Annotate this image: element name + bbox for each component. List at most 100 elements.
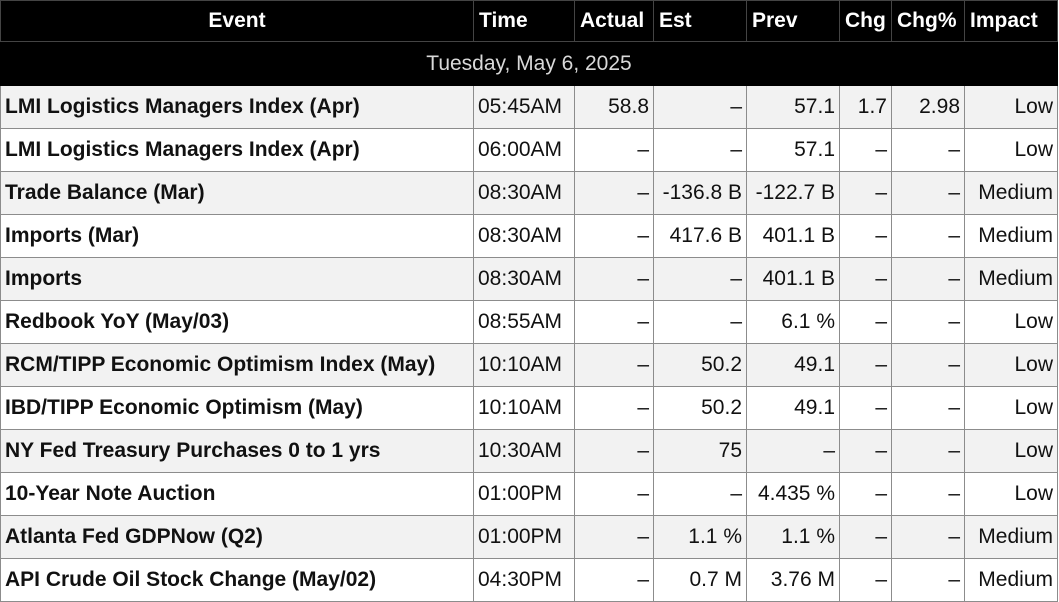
cell-event: LMI Logistics Managers Index (Apr) [0,85,474,129]
header-row: Event Time Actual Est Prev Chg Chg% Impa… [0,0,1058,42]
cell-chg: – [839,257,892,301]
column-header-est[interactable]: Est [653,0,747,42]
cell-impact: Low [964,128,1058,172]
cell-est: -136.8 B [653,171,747,215]
table-row[interactable]: API Crude Oil Stock Change (May/02) 04:30… [0,558,1058,602]
cell-chg-pct: 2.98 [891,85,965,129]
column-header-prev[interactable]: Prev [746,0,840,42]
cell-prev: 6.1 % [746,300,840,344]
cell-est: – [653,128,747,172]
cell-chg: – [839,343,892,387]
cell-actual: – [574,171,654,215]
cell-impact: Low [964,85,1058,129]
table-row[interactable]: IBD/TIPP Economic Optimism (May) 10:10AM –… [0,386,1058,430]
cell-time: 01:00PM [473,472,575,516]
cell-chg: – [839,429,892,473]
cell-chg: – [839,214,892,258]
cell-prev: -122.7 B [746,171,840,215]
cell-chg-pct: – [891,558,965,602]
cell-impact: Low [964,472,1058,516]
cell-impact: Low [964,429,1058,473]
cell-event: LMI Logistics Managers Index (Apr) [0,128,474,172]
cell-chg: – [839,128,892,172]
table-row[interactable]: LMI Logistics Managers Index (Apr) 05:45A… [0,85,1058,129]
cell-est: 50.2 [653,386,747,430]
cell-actual: – [574,128,654,172]
table-row[interactable]: Imports 08:30AM – –401.1 B – – Medium [0,257,1058,301]
cell-est: 1.1 % [653,515,747,559]
cell-prev: 57.1 [746,128,840,172]
cell-event: API Crude Oil Stock Change (May/02) [0,558,474,602]
cell-est: 0.7 M [653,558,747,602]
date-label: Tuesday, May 6, 2025 [0,41,1058,86]
cell-chg: – [839,558,892,602]
cell-impact: Medium [964,171,1058,215]
column-header-impact[interactable]: Impact [964,0,1058,42]
table-row[interactable]: RCM/TIPP Economic Optimism Index (May) 10… [0,343,1058,387]
cell-prev: 4.435 % [746,472,840,516]
cell-chg-pct: – [891,128,965,172]
cell-actual: – [574,472,654,516]
cell-chg: – [839,386,892,430]
cell-chg-pct: – [891,343,965,387]
cell-time: 10:10AM [473,343,575,387]
column-header-event[interactable]: Event [0,0,474,42]
cell-actual: – [574,515,654,559]
table-row[interactable]: 10-Year Note Auction 01:00PM – –4.435 % – – Lo… [0,472,1058,516]
table-row[interactable]: NY Fed Treasury Purchases 0 to 1 yrs 10:3… [0,429,1058,473]
table-row[interactable]: Redbook YoY (May/03) 08:55AM – –6.1 % – – Low [0,300,1058,344]
table-row[interactable]: Trade Balance (Mar) 08:30AM – -136.8 B -122.… [0,171,1058,215]
cell-est: – [653,472,747,516]
table-row[interactable]: Atlanta Fed GDPNow (Q2) 01:00PM –1.1 % 1.1 … [0,515,1058,559]
cell-impact: Low [964,343,1058,387]
cell-prev: – [746,429,840,473]
cell-time: 04:30PM [473,558,575,602]
cell-prev: 401.1 B [746,257,840,301]
cell-event: 10-Year Note Auction [0,472,474,516]
cell-event: Atlanta Fed GDPNow (Q2) [0,515,474,559]
cell-chg: – [839,171,892,215]
cell-est: 50.2 [653,343,747,387]
cell-prev: 3.76 M [746,558,840,602]
cell-event: IBD/TIPP Economic Optimism (May) [0,386,474,430]
cell-est: 75 [653,429,747,473]
cell-actual: – [574,429,654,473]
cell-impact: Medium [964,214,1058,258]
cell-event: Imports (Mar) [0,214,474,258]
cell-est: 417.6 B [653,214,747,258]
cell-prev: 49.1 [746,343,840,387]
cell-impact: Medium [964,515,1058,559]
cell-impact: Low [964,300,1058,344]
cell-chg: – [839,515,892,559]
cell-time: 01:00PM [473,515,575,559]
column-header-chg-pct[interactable]: Chg% [891,0,965,42]
cell-chg-pct: – [891,472,965,516]
cell-est: – [653,257,747,301]
cell-time: 08:55AM [473,300,575,344]
cell-chg: – [839,472,892,516]
cell-time: 10:30AM [473,429,575,473]
cell-time: 06:00AM [473,128,575,172]
cell-time: 08:30AM [473,214,575,258]
cell-actual: 58.8 [574,85,654,129]
cell-chg-pct: – [891,300,965,344]
cell-chg-pct: – [891,257,965,301]
cell-time: 08:30AM [473,171,575,215]
column-header-chg[interactable]: Chg [839,0,892,42]
cell-chg: – [839,300,892,344]
economic-calendar-table: Event Time Actual Est Prev Chg Chg% Impa… [0,0,1058,602]
column-header-time[interactable]: Time [473,0,575,42]
cell-impact: Medium [964,558,1058,602]
table-row[interactable]: LMI Logistics Managers Index (Apr) 06:00A… [0,128,1058,172]
cell-impact: Medium [964,257,1058,301]
cell-event: NY Fed Treasury Purchases 0 to 1 yrs [0,429,474,473]
cell-prev: 49.1 [746,386,840,430]
cell-prev: 1.1 % [746,515,840,559]
column-header-actual[interactable]: Actual [574,0,654,42]
cell-time: 08:30AM [473,257,575,301]
cell-event: Imports [0,257,474,301]
cell-chg-pct: – [891,386,965,430]
cell-impact: Low [964,386,1058,430]
table-row[interactable]: Imports (Mar) 08:30AM –417.6 B 401.1 B – – Med… [0,214,1058,258]
cell-actual: – [574,214,654,258]
